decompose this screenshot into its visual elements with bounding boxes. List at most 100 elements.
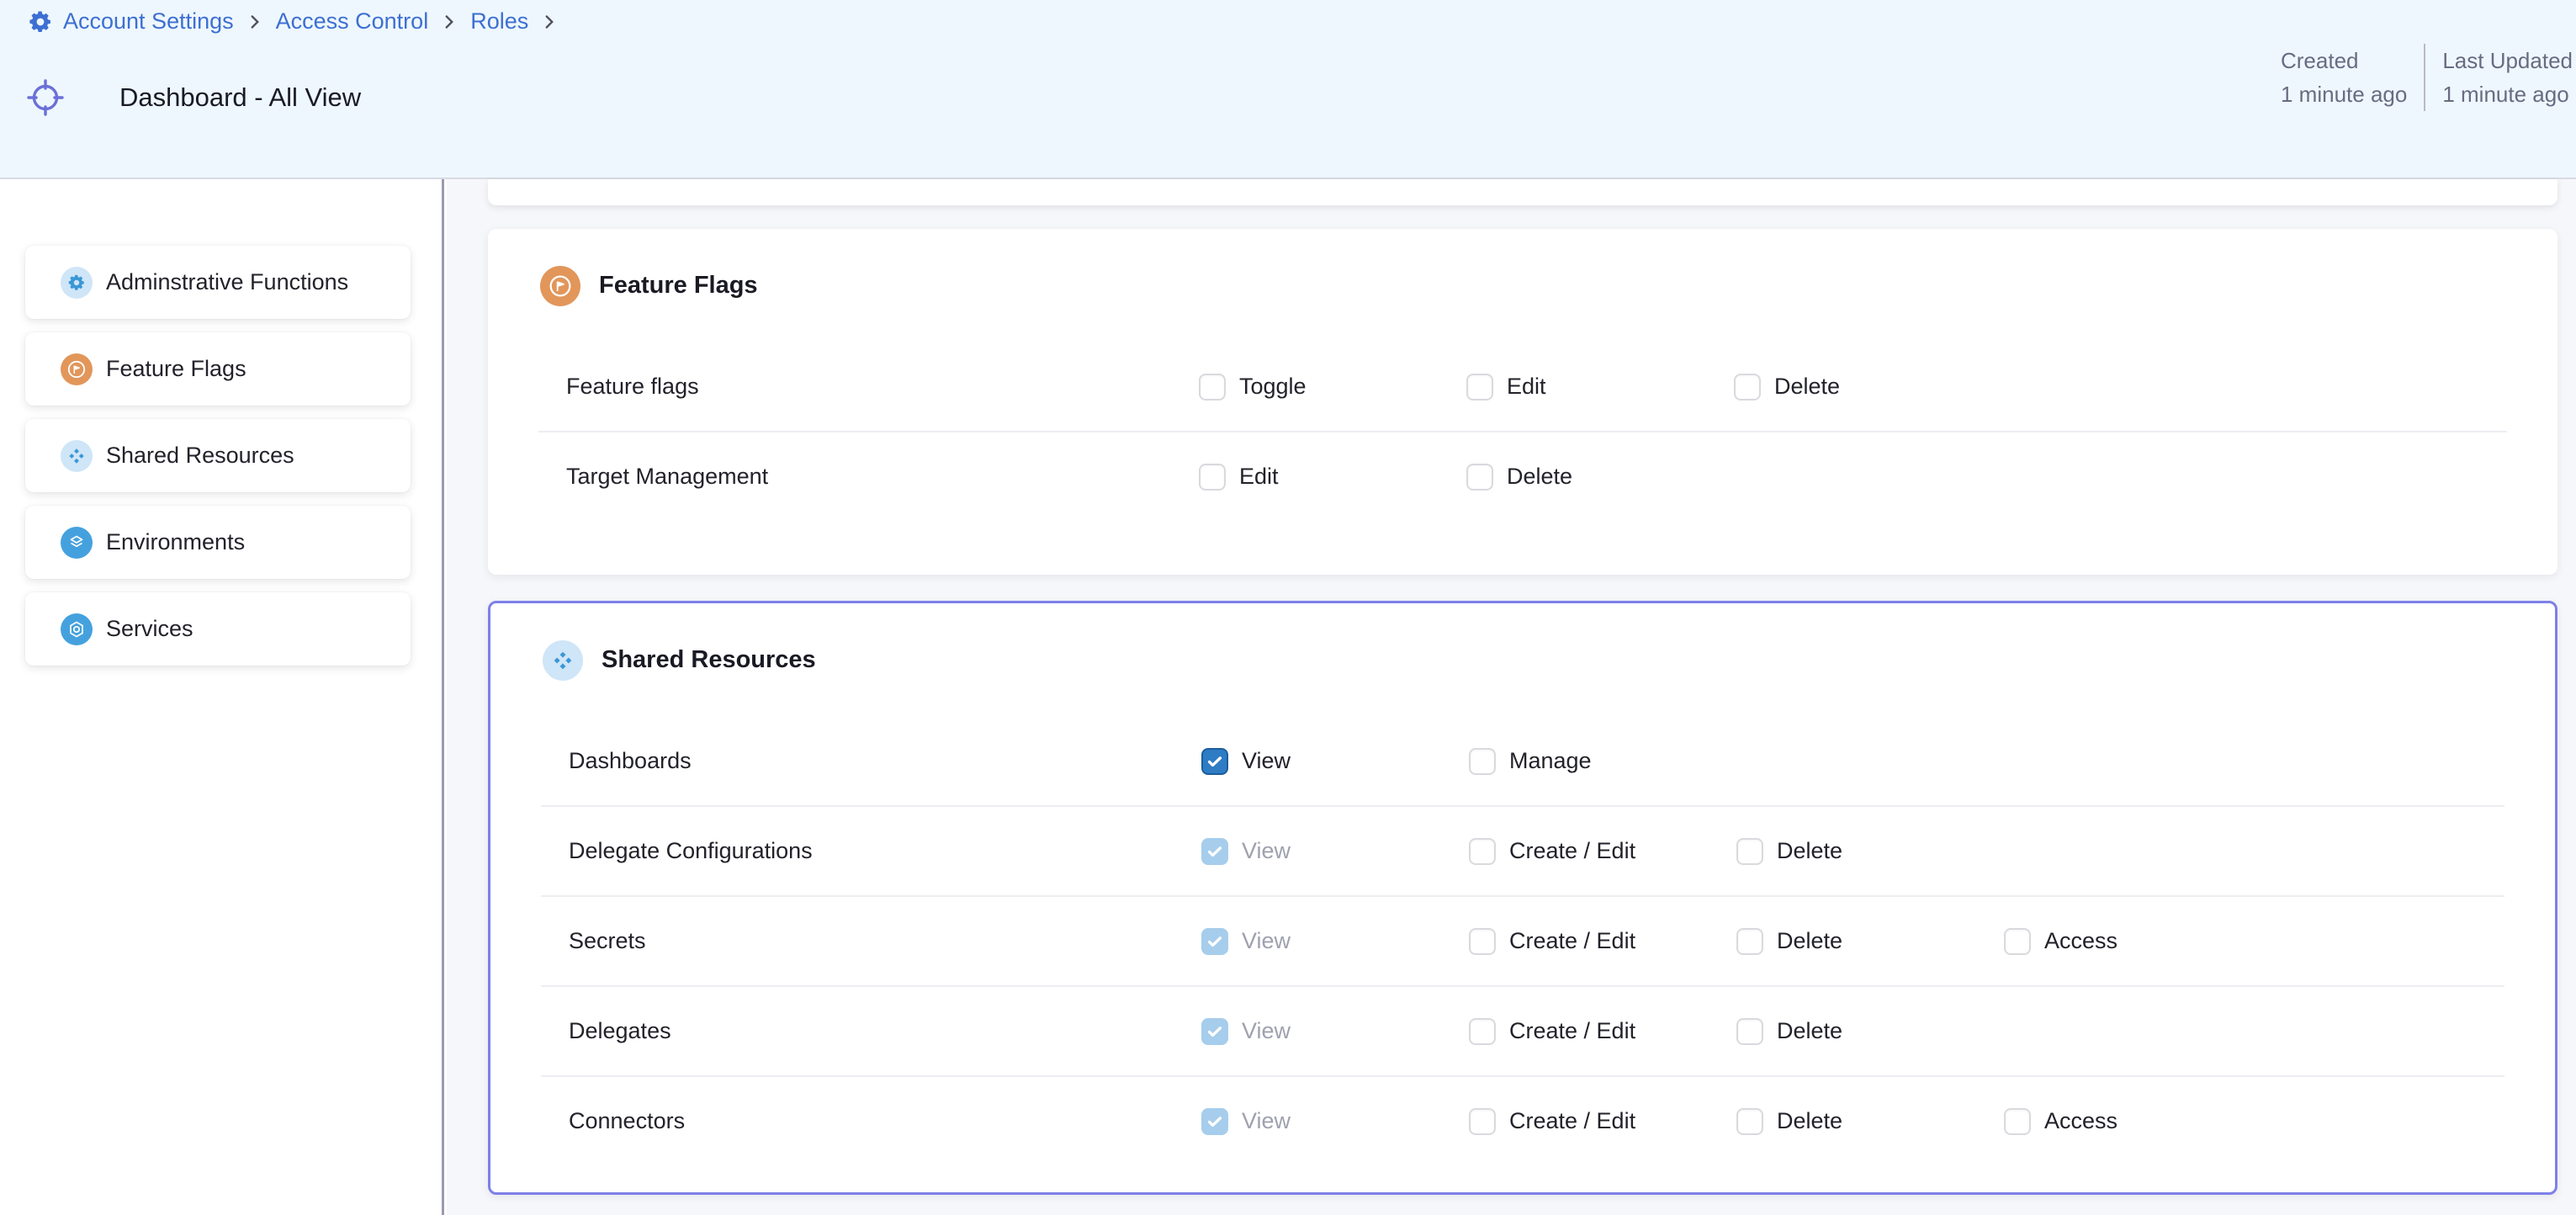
card-header: Shared Resources <box>490 603 2555 717</box>
card-title: Feature Flags <box>599 272 758 300</box>
checkbox-icon <box>1736 1018 1763 1045</box>
checkbox-create-edit[interactable]: Create / Edit <box>1469 1108 1736 1135</box>
checkbox-icon <box>2004 928 2031 955</box>
scrolled-card-edge <box>488 179 2557 205</box>
checkbox-delete[interactable]: Delete <box>1736 838 2004 865</box>
checkbox-edit[interactable]: Edit <box>1199 464 1466 491</box>
created-value: 1 minute ago <box>2281 77 2407 111</box>
checkbox-toggle[interactable]: Toggle <box>1199 374 1466 401</box>
sidebar-item-administrative-functions[interactable]: Adminstrative Functions <box>25 246 411 319</box>
permission-row: Feature flags Toggle Edit Delete <box>538 342 2507 431</box>
updated-label: Last Updated <box>2442 44 2573 77</box>
checkbox-delete[interactable]: Delete <box>1734 374 2001 401</box>
diamonds-icon <box>61 440 93 472</box>
checkbox-manage[interactable]: Manage <box>1469 748 1736 775</box>
checkbox-icon <box>1199 374 1226 401</box>
checkbox-icon <box>1201 928 1228 955</box>
chevron-right-icon <box>538 11 560 33</box>
checkbox-icon <box>1201 748 1228 775</box>
card-title: Shared Resources <box>602 646 816 674</box>
gear-icon <box>61 267 93 299</box>
checkbox-icon <box>1734 374 1761 401</box>
checkbox-icon <box>1466 464 1493 491</box>
updated-meta: Last Updated 1 minute ago <box>2442 44 2573 111</box>
checkbox-delete[interactable]: Delete <box>1466 464 1734 491</box>
page-header: Account Settings Access Control Roles Da… <box>0 0 2576 179</box>
permission-row: Secrets View Create / Edit Delete Access <box>541 895 2504 985</box>
breadcrumb-access-control[interactable]: Access Control <box>276 8 429 34</box>
created-label: Created <box>2281 44 2407 77</box>
checkbox-view[interactable]: View <box>1201 928 1469 955</box>
checkbox-icon <box>1201 838 1228 865</box>
chevron-right-icon <box>438 11 460 33</box>
resource-label: Delegates <box>541 1018 1201 1044</box>
permission-groups-sidebar: Adminstrative Functions Feature Flags Sh… <box>0 179 444 1215</box>
permission-row: Connectors View Create / Edit Delete Acc… <box>541 1075 2504 1165</box>
checkbox-icon <box>1466 374 1493 401</box>
resource-label: Connectors <box>541 1108 1201 1134</box>
resource-label: Feature flags <box>538 374 1199 400</box>
sidebar-item-label: Shared Resources <box>106 443 294 469</box>
sidebar-item-environments[interactable]: Environments <box>25 506 411 579</box>
breadcrumb-roles[interactable]: Roles <box>470 8 528 34</box>
role-crosshair-icon <box>25 77 66 118</box>
checkbox-icon <box>1736 838 1763 865</box>
flag-icon <box>61 353 93 385</box>
sidebar-item-feature-flags[interactable]: Feature Flags <box>25 332 411 406</box>
card-feature-flags: Feature Flags Feature flags Toggle Edit … <box>488 229 2557 575</box>
page-title: Dashboard - All View <box>119 82 361 113</box>
checkbox-delete[interactable]: Delete <box>1736 928 2004 955</box>
diamonds-icon <box>543 640 583 681</box>
created-meta: Created 1 minute ago <box>2281 44 2407 111</box>
checkbox-access[interactable]: Access <box>2004 928 2271 955</box>
breadcrumb-account-settings[interactable]: Account Settings <box>63 8 234 34</box>
resource-label: Target Management <box>538 464 1199 490</box>
checkbox-view[interactable]: View <box>1201 838 1469 865</box>
role-meta: Created 1 minute ago Last Updated 1 minu… <box>2281 44 2573 111</box>
checkbox-icon <box>1469 1018 1496 1045</box>
permission-row: Target Management Edit Delete <box>538 431 2507 521</box>
resource-label: Secrets <box>541 928 1201 954</box>
checkbox-icon <box>1736 1108 1763 1135</box>
checkbox-icon <box>1469 748 1496 775</box>
updated-value: 1 minute ago <box>2442 77 2573 111</box>
checkbox-icon <box>1201 1018 1228 1045</box>
checkbox-icon <box>1199 464 1226 491</box>
checkbox-icon <box>1736 928 1763 955</box>
permission-row: Dashboards View Manage <box>541 717 2504 805</box>
chevron-right-icon <box>244 11 266 33</box>
sidebar-item-label: Environments <box>106 529 245 555</box>
checkbox-icon <box>1201 1108 1228 1135</box>
breadcrumb: Account Settings Access Control Roles <box>28 8 560 34</box>
checkbox-create-edit[interactable]: Create / Edit <box>1469 1018 1736 1045</box>
checkbox-view[interactable]: View <box>1201 1108 1469 1135</box>
sidebar-item-services[interactable]: Services <box>25 592 411 666</box>
checkbox-delete[interactable]: Delete <box>1736 1018 2004 1045</box>
resource-label: Dashboards <box>541 748 1201 774</box>
checkbox-delete[interactable]: Delete <box>1736 1108 2004 1135</box>
layers-icon <box>61 527 93 559</box>
checkbox-edit[interactable]: Edit <box>1466 374 1734 401</box>
checkbox-icon <box>1469 928 1496 955</box>
checkbox-access[interactable]: Access <box>2004 1108 2271 1135</box>
permission-row: Delegate Configurations View Create / Ed… <box>541 805 2504 895</box>
card-header: Feature Flags <box>488 229 2557 342</box>
checkbox-create-edit[interactable]: Create / Edit <box>1469 838 1736 865</box>
hexagon-icon <box>61 613 93 645</box>
flag-icon <box>540 266 580 306</box>
sidebar-item-shared-resources[interactable]: Shared Resources <box>25 419 411 492</box>
sidebar-item-label: Services <box>106 616 193 642</box>
settings-gear-icon <box>28 9 53 34</box>
permission-row: Delegates View Create / Edit Delete <box>541 985 2504 1075</box>
checkbox-icon <box>2004 1108 2031 1135</box>
meta-divider <box>2424 44 2425 111</box>
sidebar-item-label: Adminstrative Functions <box>106 269 348 295</box>
checkbox-view[interactable]: View <box>1201 748 1469 775</box>
sidebar-item-label: Feature Flags <box>106 356 246 382</box>
permissions-panel: Feature Flags Feature flags Toggle Edit … <box>447 179 2576 1215</box>
checkbox-view[interactable]: View <box>1201 1018 1469 1045</box>
checkbox-create-edit[interactable]: Create / Edit <box>1469 928 1736 955</box>
resource-label: Delegate Configurations <box>541 838 1201 864</box>
card-shared-resources: Shared Resources Dashboards View Manage … <box>488 601 2557 1195</box>
checkbox-icon <box>1469 1108 1496 1135</box>
